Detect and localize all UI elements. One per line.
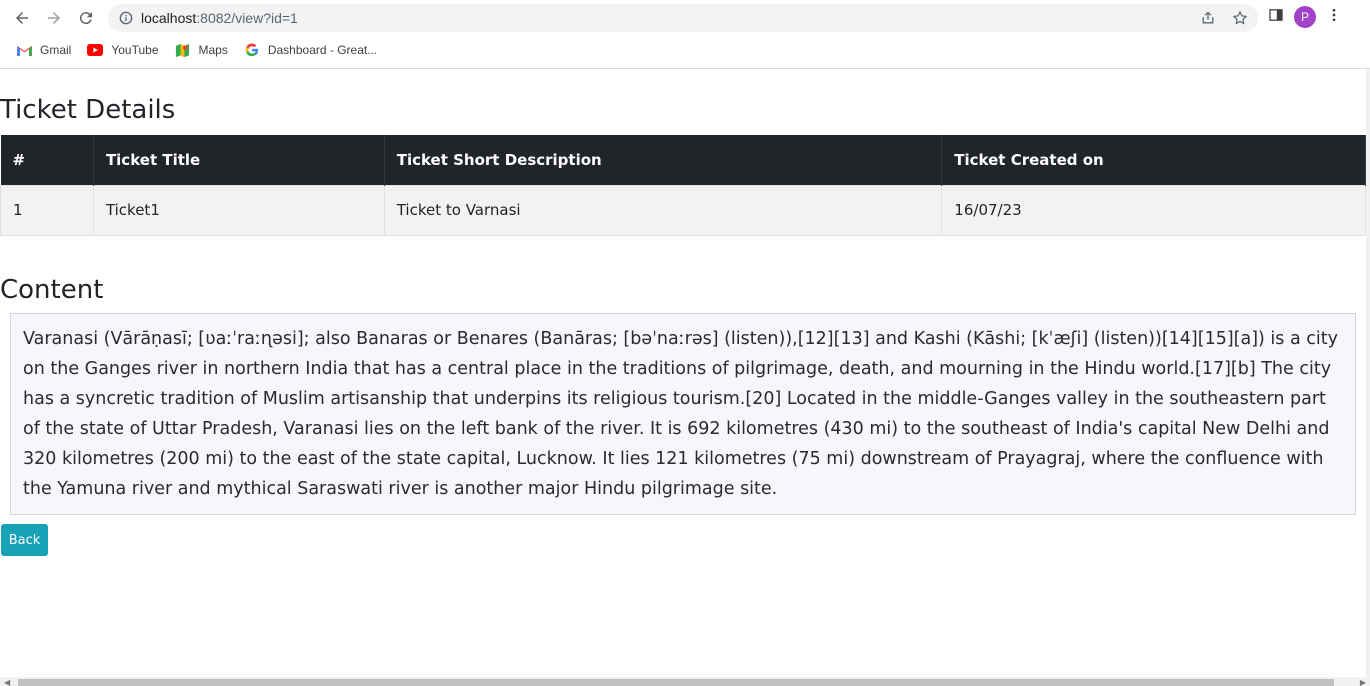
maps-icon xyxy=(175,43,191,57)
bookmark-label: Gmail xyxy=(40,43,72,57)
cell-created-on: 16/07/23 xyxy=(941,184,1366,236)
url-text: localhost:8082/view?id=1 xyxy=(141,10,298,26)
back-button[interactable]: Back xyxy=(1,524,48,556)
back-nav-icon[interactable] xyxy=(6,2,38,34)
column-header: # xyxy=(0,135,94,185)
youtube-icon xyxy=(87,43,104,57)
bookmark-gmail[interactable]: Gmail xyxy=(16,43,71,57)
ticket-details-title: Ticket Details xyxy=(0,95,176,125)
scrollbar-thumb[interactable] xyxy=(18,679,1334,686)
reload-icon[interactable] xyxy=(70,2,102,34)
url-host: localhost xyxy=(141,10,197,26)
address-bar[interactable]: localhost:8082/view?id=1 xyxy=(108,4,1258,32)
profile-avatar[interactable]: P xyxy=(1294,6,1316,28)
content-text: Varanasi (Vārāṇasī; [ʋaːˈraːɳəsi]; also … xyxy=(10,313,1356,515)
column-header: Ticket Created on xyxy=(941,135,1366,185)
google-icon xyxy=(244,43,260,57)
table-header-row: # Ticket Title Ticket Short Description … xyxy=(0,135,1366,185)
browser-toolbar: localhost:8082/view?id=1 P xyxy=(0,0,1370,36)
url-path: :8082/view?id=1 xyxy=(196,10,298,26)
horizontal-scrollbar[interactable]: ◀ ▶ xyxy=(0,677,1370,686)
cell-description: Ticket to Varnasi xyxy=(383,184,943,236)
bookmark-dashboard[interactable]: Dashboard - Great... xyxy=(244,43,377,57)
table-row: 1 Ticket1 Ticket to Varnasi 16/07/23 xyxy=(0,184,1366,236)
scroll-left-icon[interactable]: ◀ xyxy=(4,678,10,686)
column-header: Ticket Title xyxy=(93,135,385,185)
bookmark-label: Dashboard - Great... xyxy=(267,43,378,57)
cell-id: 1 xyxy=(0,184,94,236)
tickets-table: # Ticket Title Ticket Short Description … xyxy=(0,135,1366,236)
content-title: Content xyxy=(0,275,104,305)
scroll-right-icon[interactable]: ▶ xyxy=(1360,678,1366,686)
gmail-icon xyxy=(16,43,32,57)
bookmarks-bar: Gmail YouTube Maps Dashboard - Great... xyxy=(0,38,1370,62)
share-icon[interactable] xyxy=(1198,8,1218,28)
bookmark-label: YouTube xyxy=(111,43,159,57)
column-header: Ticket Short Description xyxy=(384,135,943,185)
info-icon[interactable] xyxy=(119,11,133,25)
menu-dots-icon[interactable] xyxy=(1326,7,1342,28)
forward-nav-icon[interactable] xyxy=(38,2,70,34)
cell-title: Ticket1 xyxy=(92,184,385,236)
bookmark-star-icon[interactable] xyxy=(1230,8,1250,28)
side-panel-icon[interactable] xyxy=(1268,7,1284,28)
vertical-scrollbar[interactable] xyxy=(1366,69,1370,686)
bookmark-youtube[interactable]: YouTube xyxy=(87,43,159,57)
bookmark-label: Maps xyxy=(198,43,228,57)
bookmark-maps[interactable]: Maps xyxy=(175,43,228,57)
chrome-divider xyxy=(0,68,1370,69)
